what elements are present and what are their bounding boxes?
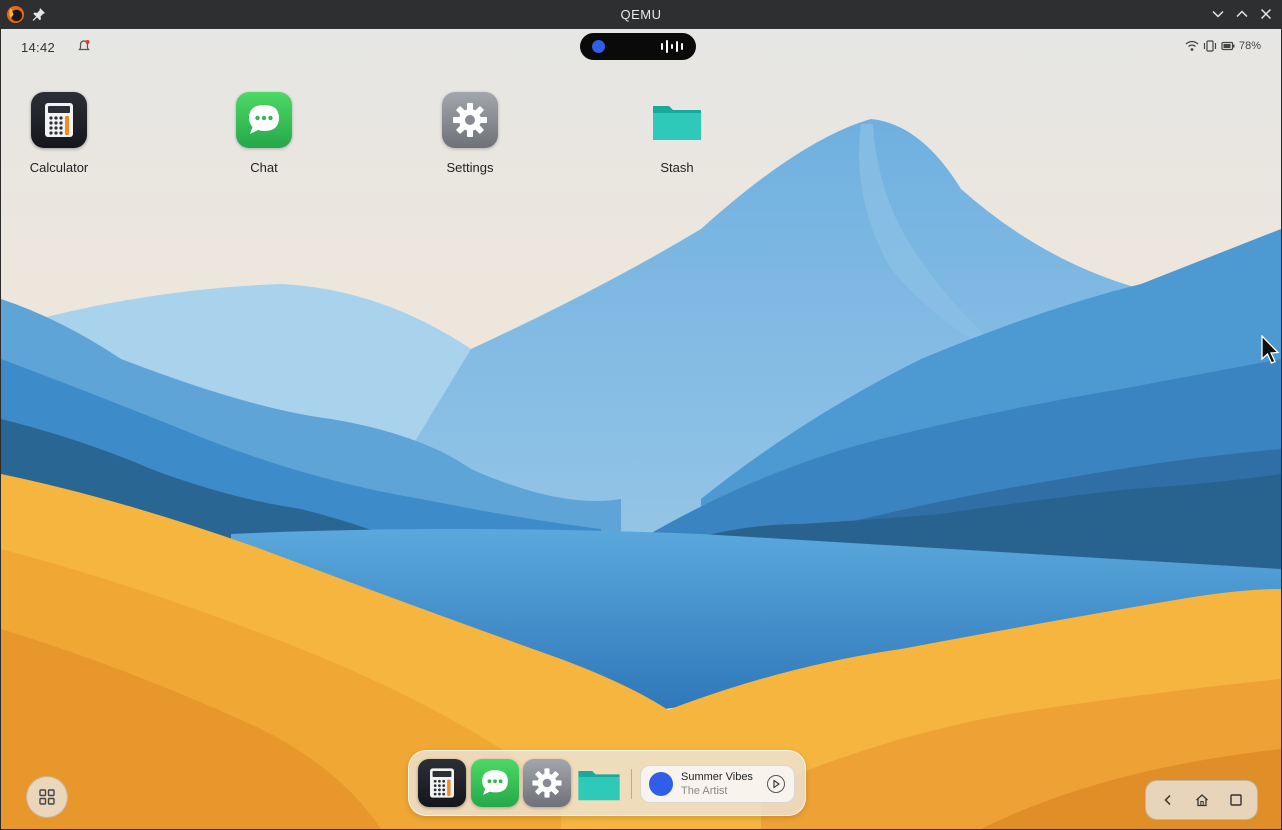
desktop-icon-chat[interactable]: Chat [214,92,314,175]
navigation-bar [1145,780,1258,820]
desktop-icon-label: Calculator [29,160,89,175]
desktop-icon-calculator[interactable]: Calculator [9,92,109,175]
mouse-cursor-icon [1261,335,1280,364]
dock-separator [631,769,632,799]
back-icon[interactable] [1160,792,1176,808]
desktop-icon-label: Settings [446,160,494,175]
calculator-icon [31,92,87,148]
status-clock: 14:42 [21,40,56,55]
desktop-icon-label: Chat [250,160,278,175]
settings-icon [442,92,498,148]
minimize-icon[interactable] [1210,6,1226,22]
media-widget[interactable]: Summer Vibes The Artist [640,765,795,803]
grid-icon [39,789,55,805]
desktop-icon-settings[interactable]: Settings [420,92,520,175]
recents-icon[interactable] [1228,792,1244,808]
desktop-icon-stash[interactable]: Stash [627,92,727,175]
play-icon [773,779,780,789]
maximize-icon[interactable] [1234,6,1250,22]
chat-icon [236,92,292,148]
dynamic-island[interactable] [580,33,696,60]
window-titlebar: QEMU [0,0,1282,29]
media-artist: The Artist [681,785,728,797]
dock-settings-icon[interactable] [523,759,571,807]
dock-calculator-icon[interactable] [418,759,466,807]
media-title: Summer Vibes [681,771,753,783]
play-button[interactable] [767,775,785,793]
dock-chat-icon[interactable] [471,759,519,807]
close-icon[interactable] [1258,6,1274,22]
album-art [649,772,673,796]
vibrate-icon [1203,40,1217,52]
dock: Summer Vibes The Artist [408,750,806,816]
window-title: QEMU [620,7,662,22]
wifi-icon [1185,40,1199,51]
status-indicators: 78% [1185,40,1261,52]
folder-icon [649,92,705,148]
audio-wave-icon [661,40,683,53]
desktop-icon-label: Stash [660,160,694,175]
dock-folder-icon[interactable] [575,759,623,807]
notification-bell-icon[interactable] [77,39,91,53]
recording-dot-icon [592,40,605,53]
battery-percentage: 78% [1238,40,1261,52]
app-drawer-button[interactable] [26,776,68,818]
guest-screen: 14:42 78% Calculator Chat Settings Stash… [1,29,1281,829]
home-icon[interactable] [1194,792,1210,808]
battery-icon [1221,41,1235,51]
